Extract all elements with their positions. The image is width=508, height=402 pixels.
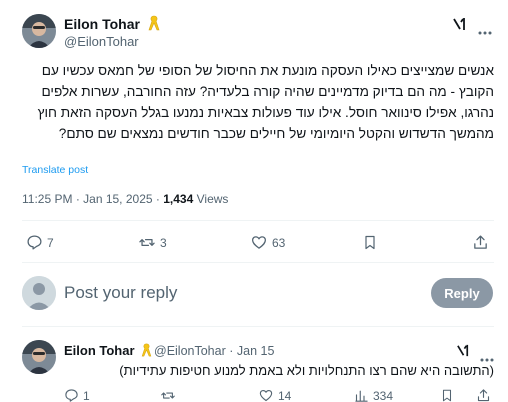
reply-reply-action[interactable]: 1 xyxy=(64,388,90,402)
reply-repost-action[interactable] xyxy=(160,388,180,402)
reply-icon xyxy=(26,234,43,251)
grok-icon[interactable] xyxy=(456,343,471,363)
repost-icon xyxy=(138,234,156,251)
reply-count: 7 xyxy=(47,235,54,250)
author-name[interactable]: Eilon Tohar xyxy=(64,16,140,32)
more-icon[interactable] xyxy=(478,22,492,40)
translate-post-link[interactable]: Translate post xyxy=(22,164,88,176)
reply-icon xyxy=(64,388,79,402)
reply-action[interactable]: 7 xyxy=(26,234,54,251)
views-icon xyxy=(354,388,369,402)
bookmark-icon xyxy=(440,388,454,402)
share-icon xyxy=(472,234,489,251)
tweet-text: אנשים שמצייצים כאילו העסקה מונעת את החיס… xyxy=(37,63,494,141)
reply-button[interactable]: Reply xyxy=(431,278,493,308)
heart-icon xyxy=(258,388,274,402)
repost-action[interactable]: 3 xyxy=(138,234,167,251)
heart-icon xyxy=(250,234,268,251)
repost-count: 3 xyxy=(160,235,167,250)
divider xyxy=(22,262,494,263)
reply-handle[interactable]: @EilonTohar xyxy=(154,344,226,358)
reply-share-action[interactable] xyxy=(476,388,491,402)
reply-text: (התשובה היא שהם רצו התנחלויות ולא באמת ל… xyxy=(119,363,494,378)
like-action[interactable]: 63 xyxy=(250,234,285,251)
bookmark-icon xyxy=(362,234,378,251)
share-action[interactable] xyxy=(472,234,489,251)
grok-icon[interactable] xyxy=(452,16,468,37)
tweet-date[interactable]: Jan 15, 2025 xyxy=(83,192,152,206)
yellow-ribbon-icon xyxy=(148,15,160,36)
reply-reply-count: 1 xyxy=(83,388,90,402)
divider xyxy=(22,326,494,327)
reply-author-name[interactable]: Eilon Tohar xyxy=(64,343,135,358)
reply-views-action[interactable]: 334 xyxy=(354,388,393,402)
author-avatar[interactable] xyxy=(22,14,56,48)
share-icon xyxy=(476,388,491,402)
reply-author-avatar[interactable] xyxy=(22,340,56,374)
repost-icon xyxy=(160,388,176,402)
reply-date[interactable]: Jan 15 xyxy=(237,344,275,358)
tweet-metadata: 11:25 PM · Jan 15, 2025 · 1,434 Views xyxy=(22,192,229,206)
like-count: 63 xyxy=(272,235,286,250)
divider xyxy=(22,220,494,221)
bookmark-action[interactable] xyxy=(362,234,378,251)
reply-like-action[interactable]: 14 xyxy=(258,388,291,402)
tweet-time[interactable]: 11:25 PM xyxy=(22,192,72,206)
yellow-ribbon-icon xyxy=(141,343,152,362)
author-handle[interactable]: @EilonTohar xyxy=(64,34,139,49)
views-label: Views xyxy=(196,192,229,206)
reply-input[interactable]: Post your reply xyxy=(64,283,177,303)
reply-author-handle: @EilonTohar · Jan 15 xyxy=(154,344,275,358)
reply-like-count: 14 xyxy=(278,388,292,402)
composer-avatar[interactable] xyxy=(22,276,56,310)
views-count: 1,434 xyxy=(163,192,194,206)
reply-views-count: 334 xyxy=(373,388,394,402)
reply-bookmark-action[interactable] xyxy=(440,388,454,402)
